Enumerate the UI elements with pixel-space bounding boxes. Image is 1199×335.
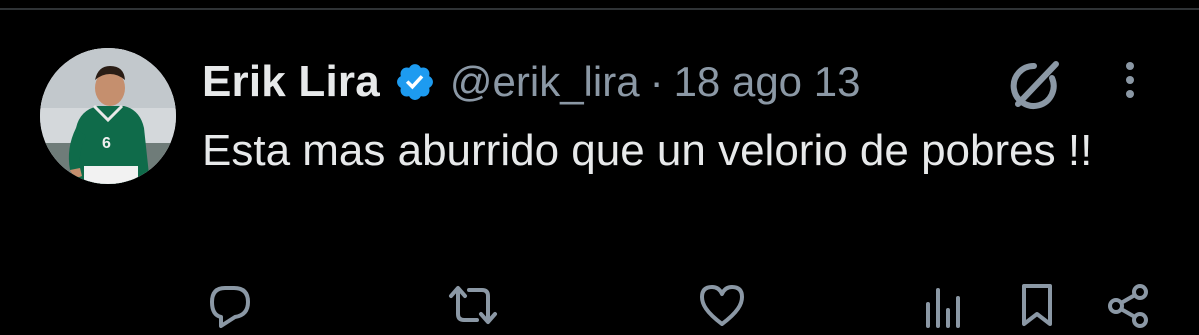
bookmark-icon[interactable]: [1017, 282, 1057, 328]
avatar[interactable]: 6: [40, 48, 176, 184]
more-options-icon[interactable]: [1113, 58, 1147, 104]
retweet-icon[interactable]: [447, 282, 499, 328]
verified-badge-icon[interactable]: [394, 61, 436, 103]
tweet-date[interactable]: 18 ago 13: [674, 58, 861, 106]
reply-icon[interactable]: [207, 282, 253, 328]
top-divider: [0, 8, 1199, 10]
jersey-number: 6: [102, 135, 111, 152]
author-display-name[interactable]: Erik Lira: [202, 57, 380, 107]
tweet-text: Esta mas aburrido que un velorio de pobr…: [202, 126, 1093, 175]
author-handle[interactable]: @erik_lira: [450, 58, 640, 106]
separator-dot: ·: [649, 58, 664, 105]
like-icon[interactable]: [698, 282, 746, 328]
views-icon[interactable]: [920, 282, 964, 328]
tweet-header: Erik Lira @erik_lira · 18 ago 13: [202, 54, 860, 110]
grok-icon[interactable]: [1004, 56, 1064, 116]
share-icon[interactable]: [1104, 282, 1152, 328]
